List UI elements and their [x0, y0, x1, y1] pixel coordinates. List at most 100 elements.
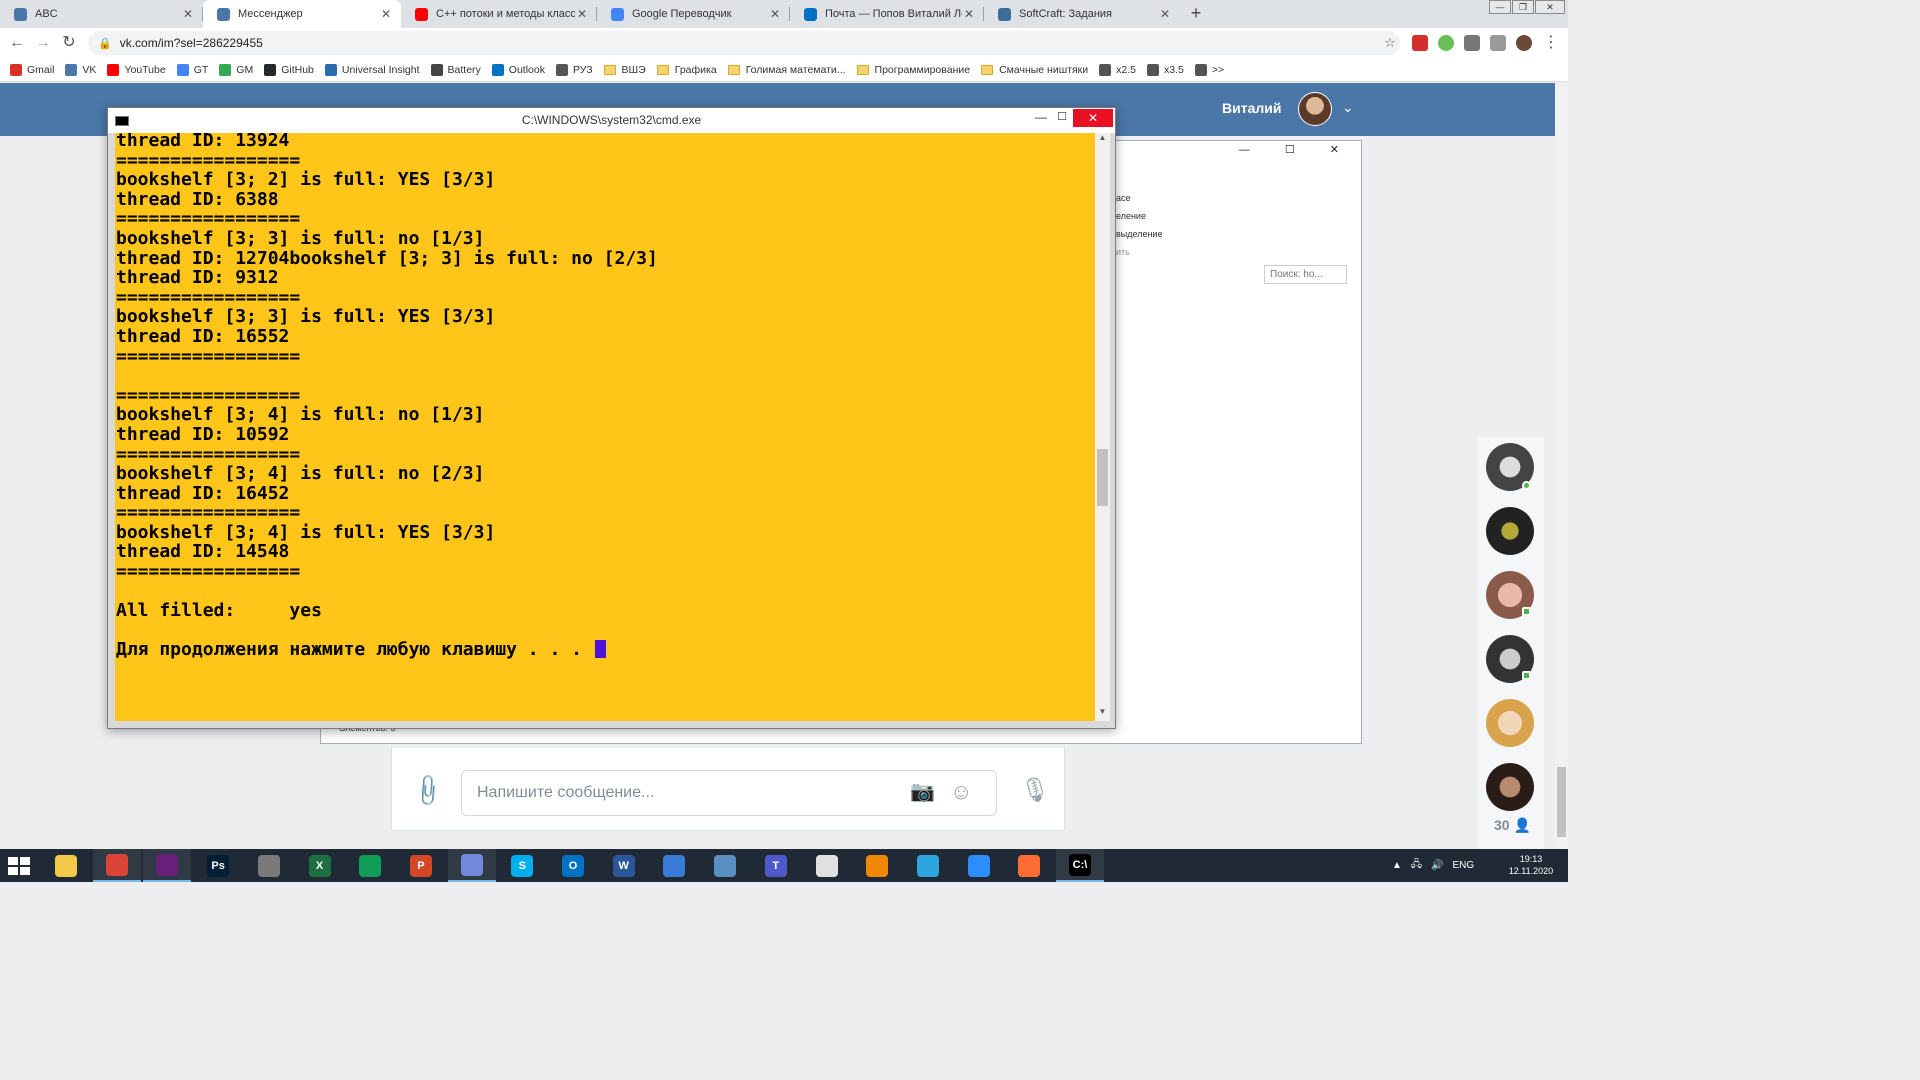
bookmark-star-icon[interactable]: ☆ — [1380, 35, 1400, 51]
console-scrollbar[interactable]: ▲ ▼ — [1095, 133, 1110, 721]
bookmark-item[interactable]: Gmail — [10, 63, 54, 76]
taskbar-word[interactable]: W — [600, 849, 648, 882]
bookmark-item[interactable]: x3.5 — [1146, 63, 1184, 76]
taskbar-control-panel[interactable] — [701, 849, 749, 882]
console-output[interactable]: thread ID: 13924 ================= bookshe… — [115, 133, 1095, 721]
close-tab-icon[interactable]: ✕ — [575, 7, 589, 21]
bookmark-item[interactable]: Outlook — [491, 63, 545, 76]
tab-mail[interactable]: Почта — Попов Виталий Леон ✕ — [790, 0, 984, 28]
chat-avatar[interactable] — [1486, 763, 1534, 811]
profile-avatar[interactable] — [1516, 35, 1532, 51]
paperclip-icon[interactable]: 📎 — [409, 772, 447, 810]
close-tab-icon[interactable]: ✕ — [1158, 7, 1172, 21]
taskbar-powerpoint[interactable]: P — [397, 849, 445, 882]
restore-window-button[interactable]: ❐ — [1512, 0, 1534, 14]
close-button[interactable]: ✕ — [1073, 109, 1113, 127]
extension-pocket-icon[interactable] — [1412, 35, 1428, 51]
bookmark-item[interactable]: Universal Insight — [324, 63, 420, 76]
taskbar-file-explorer[interactable] — [42, 849, 90, 882]
tab-abc[interactable]: ABC ✕ — [0, 0, 203, 28]
close-tab-icon[interactable]: ✕ — [962, 7, 976, 21]
explorer-search-input[interactable] — [1264, 265, 1347, 284]
chat-avatar[interactable] — [1486, 507, 1534, 555]
forward-arrow-icon[interactable]: → — [32, 33, 54, 53]
explorer-ribbon-item[interactable]: асе — [1116, 193, 1131, 203]
reading-list-icon[interactable] — [1490, 35, 1506, 51]
taskbar-excel[interactable]: X — [296, 849, 344, 882]
bookmark-item[interactable]: YouTube — [107, 63, 166, 76]
taskbar-pen-app[interactable] — [1005, 849, 1053, 882]
bookmark-item[interactable]: Программирование — [856, 64, 970, 76]
bookmark-item[interactable]: VK — [65, 63, 96, 76]
taskbar-clock[interactable]: 19:13 12.11.2020 — [1506, 853, 1556, 877]
bookmark-item[interactable]: >> — [1194, 63, 1224, 76]
new-tab-button[interactable]: + — [1185, 4, 1207, 24]
address-bar[interactable]: 🔒 ☆ — [88, 31, 1400, 55]
url-input[interactable] — [119, 36, 1380, 50]
back-arrow-icon[interactable]: ← — [6, 33, 28, 53]
extension-grammar-icon[interactable] — [1438, 35, 1454, 51]
avatar[interactable] — [1298, 92, 1332, 126]
tab-google-translate[interactable]: Google Переводчик ✕ — [597, 0, 790, 28]
close-tab-icon[interactable]: ✕ — [379, 7, 393, 21]
extensions-puzzle-icon[interactable] — [1464, 35, 1480, 51]
bookmark-item[interactable]: Голимая математи... — [727, 64, 846, 76]
chat-count[interactable]: 30 👤 — [1494, 817, 1531, 834]
close-window-button[interactable]: ✕ — [1535, 0, 1565, 14]
minimize-window-button[interactable]: — — [1489, 0, 1511, 14]
explorer-ribbon-item[interactable]: ить — [1116, 247, 1130, 257]
emoji-icon[interactable]: ☺ — [950, 779, 972, 805]
network-icon[interactable]: 🖧 — [1411, 857, 1422, 874]
bookmark-item[interactable]: x2.5 — [1099, 63, 1136, 76]
chevron-down-icon[interactable]: ⌄ — [1342, 99, 1354, 116]
explorer-window-controls[interactable]: — ☐ ✕ — [1239, 143, 1355, 156]
taskbar-chrome-2[interactable] — [346, 849, 394, 882]
bookmark-item[interactable]: Графика — [656, 64, 717, 76]
vk-user-name[interactable]: Виталий — [1222, 100, 1281, 116]
taskbar-telegram[interactable] — [904, 849, 952, 882]
microphone-icon[interactable]: 🎙 — [1020, 776, 1050, 805]
taskbar-teams[interactable]: T — [752, 849, 800, 882]
tab-cpp-threads[interactable]: C++ потоки и методы класса | С ✕ — [401, 0, 597, 28]
bookmark-item[interactable]: GT — [176, 63, 208, 76]
chat-avatar[interactable] — [1486, 699, 1534, 747]
lock-icon[interactable]: 🔒 — [98, 37, 112, 50]
scroll-up-arrow-icon[interactable]: ▲ — [1095, 133, 1110, 147]
bookmark-item[interactable]: GitHub — [264, 63, 314, 76]
scrollbar-thumb[interactable] — [1097, 449, 1108, 506]
bookmark-item[interactable]: GM — [219, 63, 253, 76]
reload-icon[interactable]: ↻ — [58, 33, 80, 53]
bookmark-item[interactable]: ВШЭ — [603, 64, 646, 76]
explorer-ribbon-item[interactable]: выделение — [1116, 229, 1162, 239]
tab-softcraft[interactable]: SoftCraft: Задания ✕ — [984, 0, 1180, 28]
close-tab-icon[interactable]: ✕ — [768, 7, 782, 21]
volume-icon[interactable]: 🔊 — [1431, 860, 1443, 871]
taskbar-remote-desktop[interactable] — [650, 849, 698, 882]
camera-icon[interactable]: 📷 — [910, 779, 935, 804]
language-indicator[interactable]: ENG — [1453, 860, 1475, 871]
windows-start-icon[interactable] — [8, 857, 30, 875]
scroll-down-arrow-icon[interactable]: ▼ — [1095, 707, 1110, 721]
tab-messenger[interactable]: Мессенджер ✕ — [203, 0, 401, 28]
page-scrollbar[interactable] — [1555, 83, 1568, 849]
tray-overflow-icon[interactable]: ▲ — [1392, 860, 1402, 871]
cmd-window[interactable]: C:\WINDOWS\system32\cmd.exe — ☐ ✕ thread… — [107, 107, 1116, 729]
close-tab-icon[interactable]: ✕ — [181, 7, 195, 21]
bookmark-item[interactable]: Смачные ништяки — [981, 64, 1088, 76]
taskbar-discord[interactable] — [447, 849, 496, 882]
taskbar-diagram-app[interactable] — [853, 849, 901, 882]
taskbar-outlook[interactable]: O — [549, 849, 597, 882]
explorer-ribbon-item[interactable]: еление — [1116, 211, 1146, 221]
taskbar-visual-studio[interactable] — [143, 849, 192, 882]
taskbar-paint-tool[interactable] — [245, 849, 293, 882]
bookmark-item[interactable]: РУЗ — [555, 63, 593, 76]
taskbar-skype[interactable]: S — [498, 849, 546, 882]
maximize-button[interactable]: ☐ — [1053, 110, 1071, 128]
scrollbar-thumb[interactable] — [1557, 767, 1566, 837]
menu-dots-icon[interactable]: ⋮ — [1540, 33, 1562, 53]
minimize-button[interactable]: — — [1032, 110, 1050, 128]
cmd-title-bar[interactable]: C:\WINDOWS\system32\cmd.exe — ☐ ✕ — [108, 108, 1115, 133]
taskbar-chrome[interactable] — [92, 849, 141, 882]
bookmark-item[interactable]: Battery — [430, 63, 481, 76]
taskbar-zoom[interactable] — [955, 849, 1003, 882]
